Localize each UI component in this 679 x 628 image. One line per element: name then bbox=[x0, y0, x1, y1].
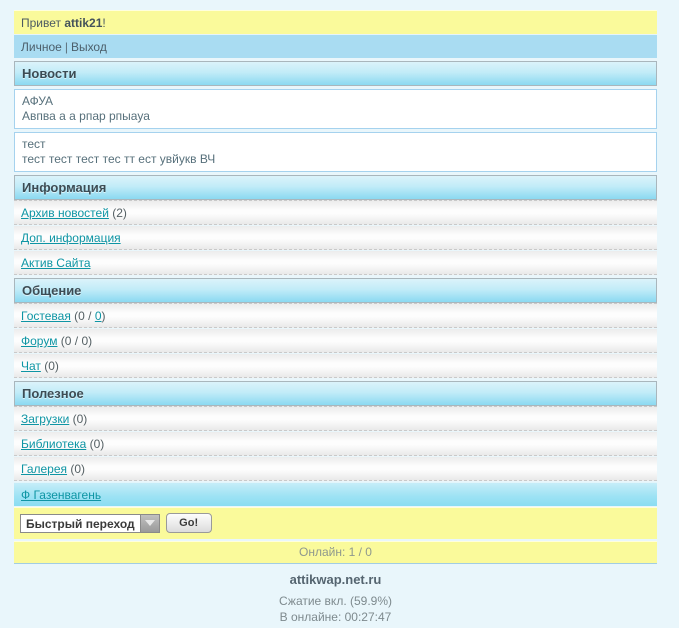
menu-item-downloads[interactable]: Загрузки (0) bbox=[14, 406, 657, 431]
section-header-news: Новости bbox=[14, 61, 657, 86]
news-archive-count: (2) bbox=[112, 206, 127, 220]
go-button[interactable]: Go! bbox=[166, 513, 212, 533]
chat-count: (0) bbox=[44, 359, 59, 373]
site-activity-link[interactable]: Актив Сайта bbox=[21, 256, 91, 270]
forum-link[interactable]: Форум bbox=[21, 334, 57, 348]
personal-bar: Личное|Выход bbox=[14, 34, 657, 58]
menu-item-gazen[interactable]: Ф Газенвагень bbox=[14, 482, 657, 506]
personal-link[interactable]: Личное bbox=[21, 40, 62, 54]
greeting-exclaim: ! bbox=[102, 16, 105, 30]
news-item-body: тест тест тест тес тт ест увйукв ВЧ bbox=[22, 152, 649, 167]
menu-item-forum[interactable]: Форум (0 / 0) bbox=[14, 329, 657, 353]
news-item: тест тест тест тест тес тт ест увйукв ВЧ bbox=[14, 132, 657, 172]
menu-item-chat[interactable]: Чат (0) bbox=[14, 354, 657, 378]
news-item: АФУА Авпва а а рпар рпыауа bbox=[14, 89, 657, 129]
news-item-title: АФУА bbox=[22, 94, 649, 109]
news-archive-link[interactable]: Архив новостей bbox=[21, 206, 109, 220]
menu-item-library[interactable]: Библиотека (0) bbox=[14, 432, 657, 456]
quick-jump-select[interactable]: Быстрый переход bbox=[20, 514, 160, 533]
forum-count: (0 / 0) bbox=[61, 334, 92, 348]
quick-jump-selected-option: Быстрый переход bbox=[20, 514, 140, 533]
section-header-info: Информация bbox=[14, 175, 657, 200]
section-header-comm: Общение bbox=[14, 278, 657, 303]
news-item-title: тест bbox=[22, 137, 649, 152]
gallery-count: (0) bbox=[70, 462, 85, 476]
guestbook-link[interactable]: Гостевая bbox=[21, 309, 71, 323]
username: attik21 bbox=[64, 16, 102, 30]
guestbook-new-count[interactable]: 0 bbox=[95, 309, 102, 323]
guestbook-count-open: (0 / bbox=[74, 309, 95, 323]
compression-info: Сжатие вкл. (59.9%) bbox=[14, 593, 657, 609]
hello-bar: Привет attik21! bbox=[14, 10, 657, 34]
menu-item-news-archive[interactable]: Архив новостей (2) bbox=[14, 200, 657, 225]
site-name: attikwap.net.ru bbox=[14, 572, 657, 593]
chevron-down-icon[interactable] bbox=[140, 514, 160, 533]
greeting-text: Привет bbox=[21, 16, 64, 30]
quick-jump-bar: Быстрый переход Go! bbox=[14, 507, 657, 539]
gazen-link[interactable]: Ф Газенвагень bbox=[21, 488, 101, 502]
personal-separator: | bbox=[62, 40, 71, 54]
logout-link[interactable]: Выход bbox=[71, 40, 107, 54]
guestbook-count-close: ) bbox=[102, 309, 106, 323]
library-link[interactable]: Библиотека bbox=[21, 437, 86, 451]
footer: attikwap.net.ru Сжатие вкл. (59.9%) В он… bbox=[14, 564, 657, 628]
online-time-info: В онлайне: 00:27:47 bbox=[14, 609, 657, 625]
page-container: Привет attik21! Личное|Выход Новости АФУ… bbox=[14, 10, 657, 628]
online-status-bar: Онлайн: 1 / 0 bbox=[14, 541, 657, 564]
menu-item-site-activity[interactable]: Актив Сайта bbox=[14, 251, 657, 275]
menu-item-guestbook[interactable]: Гостевая (0 / 0) bbox=[14, 303, 657, 328]
chat-link[interactable]: Чат bbox=[21, 359, 41, 373]
section-header-useful: Полезное bbox=[14, 381, 657, 406]
gallery-link[interactable]: Галерея bbox=[21, 462, 67, 476]
downloads-link[interactable]: Загрузки bbox=[21, 412, 69, 426]
extra-info-link[interactable]: Доп. информация bbox=[21, 231, 121, 245]
downloads-count: (0) bbox=[73, 412, 88, 426]
menu-item-gallery[interactable]: Галерея (0) bbox=[14, 457, 657, 481]
menu-item-extra-info[interactable]: Доп. информация bbox=[14, 226, 657, 250]
library-count: (0) bbox=[90, 437, 105, 451]
news-item-body: Авпва а а рпар рпыауа bbox=[22, 109, 649, 124]
